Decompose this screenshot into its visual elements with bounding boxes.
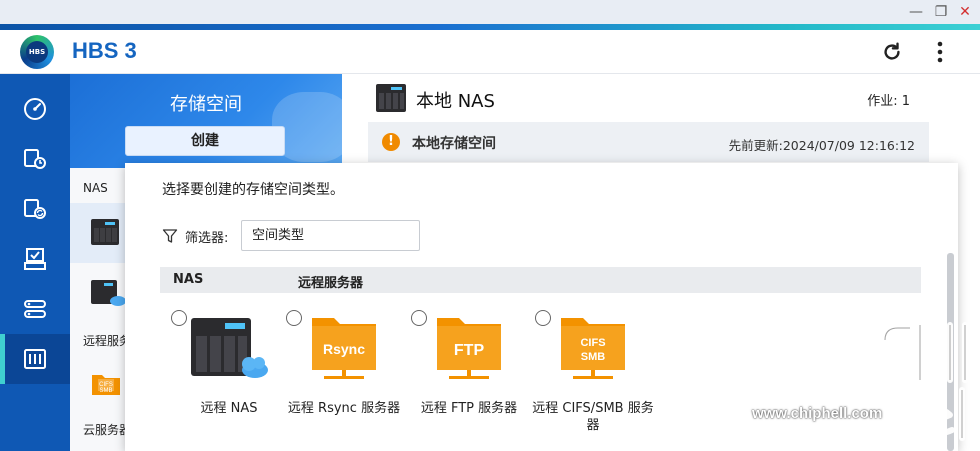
minimize-button[interactable]: — (907, 3, 925, 21)
rsync-badge-text: Rsync (323, 341, 365, 357)
filter-label: 筛选器: (185, 231, 229, 246)
local-storage-title: 本地存储空间 (412, 136, 496, 152)
option-remote-cifs[interactable]: CIFS SMB 远程 CIFS/SMB 服务器 (529, 308, 654, 448)
watermark-url: www.chiphell.com (752, 405, 883, 422)
ftp-folder-icon: FTP (437, 318, 501, 379)
section-label-nas: NAS (83, 181, 108, 195)
nav-storage[interactable] (0, 334, 70, 384)
restore-icon (24, 248, 46, 270)
services-icon (24, 300, 46, 318)
restore-button[interactable]: ❐ (932, 3, 950, 21)
dashboard-icon (24, 98, 46, 120)
local-storage-bar: ! 本地存储空间 先前更新:2024/07/09 12:16:12 (368, 122, 929, 162)
remote-nas-icon (191, 318, 268, 378)
filter-icon (162, 229, 178, 243)
backup-icon (24, 149, 46, 169)
storage-panel-header: 存储空间 创建 (70, 74, 342, 168)
option-remote-rsync[interactable]: Rsync 远程 Rsync 服务器 (280, 308, 400, 448)
nav-dashboard[interactable] (0, 84, 70, 134)
option-label: 远程 Rsync 服务器 (287, 401, 401, 416)
nav-services[interactable] (0, 284, 70, 334)
close-button[interactable]: ✕ (956, 3, 974, 21)
cifs-badge-text: CIFS (580, 337, 605, 349)
category-bar: NAS 远程服务器 (160, 267, 921, 293)
rsync-folder-icon: Rsync (312, 318, 376, 379)
more-button[interactable] (926, 38, 954, 66)
radio-remote-ftp[interactable] (411, 310, 427, 326)
category-remote-server: 远程服务器 (298, 276, 364, 291)
window-titlebar: — ❐ ✕ (0, 0, 980, 24)
svg-text:SMB: SMB (99, 388, 112, 394)
filter-select[interactable]: 空间类型 (241, 220, 420, 251)
section-label-cloud: 云服务器 (83, 423, 132, 437)
chiphell-watermark-logo (882, 322, 968, 441)
storage-icon (24, 349, 46, 369)
page-title: 本地 NAS (416, 91, 495, 112)
app-header: HBS HBS 3 (0, 30, 980, 74)
nav-restore[interactable] (0, 234, 70, 284)
nav-backup[interactable] (0, 134, 70, 184)
nas-device-icon (376, 84, 406, 112)
cifs-folder-icon: CIFS SMB (561, 318, 625, 379)
hbs-logo: HBS (20, 35, 54, 69)
ftp-badge-text: FTP (454, 342, 485, 359)
create-button[interactable]: 创建 (125, 126, 285, 156)
cifs-folder-icon: CIFSSMB (92, 375, 120, 395)
jobs-count: 作业: 1 (867, 94, 910, 109)
remote-nas-icon (91, 280, 126, 306)
refresh-button[interactable] (878, 38, 906, 66)
more-vertical-icon (937, 41, 943, 63)
option-remote-ftp[interactable]: FTP 远程 FTP 服务器 (405, 308, 525, 448)
option-remote-nas[interactable]: 远程 NAS (165, 308, 285, 448)
warning-icon: ! (382, 133, 400, 151)
storage-panel-title: 存储空间 (170, 94, 242, 115)
dialog-prompt: 选择要创建的存储空间类型。 (162, 182, 344, 198)
category-nas: NAS (173, 272, 204, 287)
radio-remote-rsync[interactable] (286, 310, 302, 326)
sync-icon (24, 199, 46, 219)
app-title: HBS 3 (72, 38, 137, 63)
left-nav (0, 74, 70, 451)
last-updated: 先前更新:2024/07/09 12:16:12 (728, 138, 915, 153)
section-label-remote: 远程服务 (83, 334, 132, 348)
radio-remote-nas[interactable] (171, 310, 187, 326)
option-label: 远程 NAS (200, 401, 258, 416)
option-label: 远程 FTP 服务器 (420, 401, 518, 416)
refresh-icon (884, 42, 900, 60)
option-label: 远程 CIFS/SMB 服务器 (532, 401, 654, 433)
radio-remote-cifs[interactable] (535, 310, 551, 326)
smb-badge-text: SMB (581, 351, 606, 363)
nas-icon (91, 219, 119, 245)
nav-sync[interactable] (0, 184, 70, 234)
